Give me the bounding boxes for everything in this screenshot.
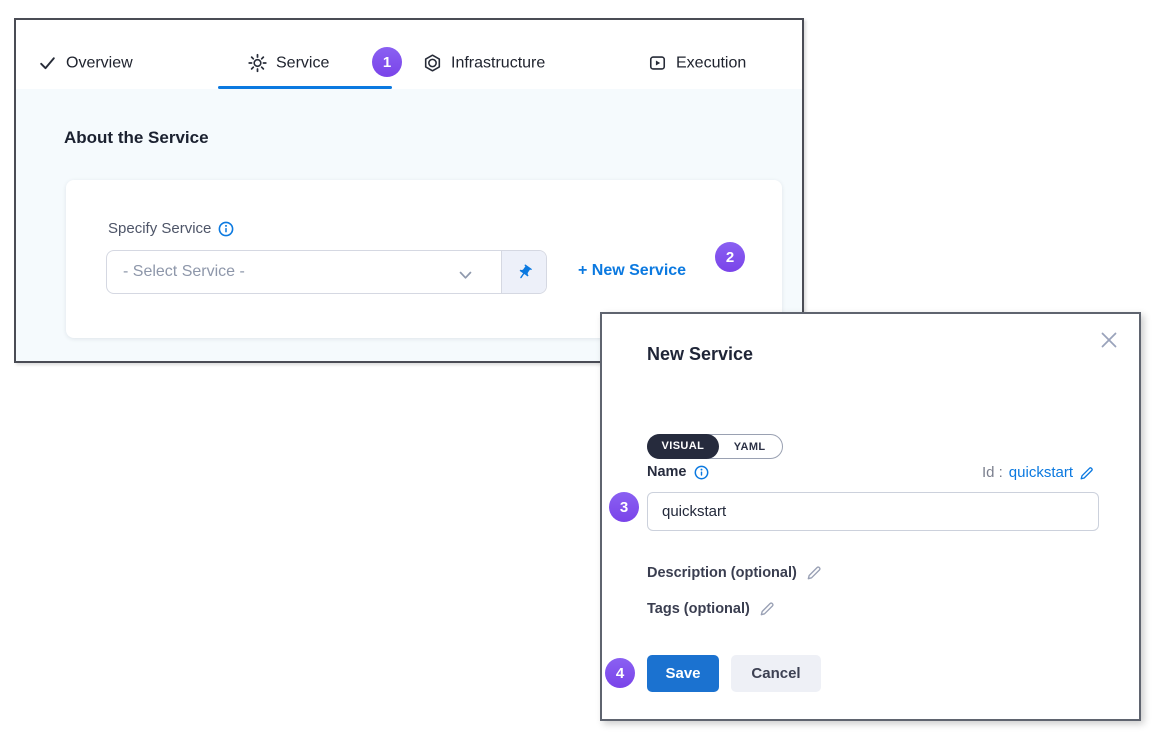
about-service-heading: About the Service (64, 128, 209, 148)
pin-button[interactable] (501, 251, 546, 293)
service-select[interactable]: - Select Service - (106, 250, 547, 294)
tab-execution[interactable]: Execution (648, 54, 746, 73)
annotation-badge-2: 2 (715, 242, 745, 272)
annotation-badge-3: 3 (609, 492, 639, 522)
edit-description-pencil-icon[interactable] (806, 564, 823, 581)
name-label: Name (647, 464, 687, 480)
edit-tags-pencil-icon[interactable] (759, 600, 776, 617)
tab-service[interactable]: Service (248, 54, 329, 73)
tab-execution-label: Execution (676, 54, 746, 72)
toggle-visual[interactable]: VISUAL (647, 434, 720, 459)
description-row: Description (optional) (647, 564, 823, 581)
id-label: Id : (982, 464, 1003, 481)
execution-icon (648, 54, 667, 73)
screenshot-stage: Overview Service (0, 0, 1170, 755)
save-button[interactable]: Save (647, 655, 719, 692)
tab-service-label: Service (276, 54, 329, 72)
gear-icon (248, 54, 267, 73)
tags-row: Tags (optional) (647, 600, 776, 617)
pin-icon (516, 264, 533, 281)
name-input[interactable] (647, 492, 1099, 531)
tags-label: Tags (optional) (647, 601, 750, 617)
id-value[interactable]: quickstart (1009, 464, 1073, 481)
description-label: Description (optional) (647, 565, 797, 581)
info-icon[interactable] (218, 221, 234, 237)
service-id-row: Id : quickstart (982, 464, 1095, 481)
chevron-down-icon (459, 267, 472, 285)
new-service-link[interactable]: + New Service (578, 262, 686, 280)
info-icon[interactable] (694, 465, 709, 480)
new-service-modal: New Service VISUAL YAML Name Id : quicks… (600, 312, 1141, 721)
cancel-button[interactable]: Cancel (731, 655, 821, 692)
specify-service-label: Specify Service (108, 220, 211, 237)
stage-tabbar: Overview Service (16, 20, 802, 90)
name-label-row: Name (647, 464, 709, 480)
modal-title: New Service (647, 344, 753, 365)
annotation-badge-1: 1 (372, 47, 402, 77)
specify-service-label-row: Specify Service (108, 220, 234, 237)
check-icon (38, 54, 57, 73)
toggle-yaml[interactable]: YAML (718, 435, 782, 458)
annotation-badge-4: 4 (605, 658, 635, 688)
service-select-placeholder: - Select Service - (107, 263, 546, 281)
infrastructure-icon (423, 54, 442, 73)
tab-infrastructure[interactable]: Infrastructure (423, 54, 545, 73)
tab-infrastructure-label: Infrastructure (451, 54, 545, 72)
close-icon[interactable] (1099, 330, 1119, 350)
tab-overview-label: Overview (66, 54, 133, 72)
visual-yaml-toggle: VISUAL YAML (647, 434, 783, 459)
edit-id-pencil-icon[interactable] (1079, 465, 1095, 481)
tab-overview[interactable]: Overview (38, 54, 133, 73)
